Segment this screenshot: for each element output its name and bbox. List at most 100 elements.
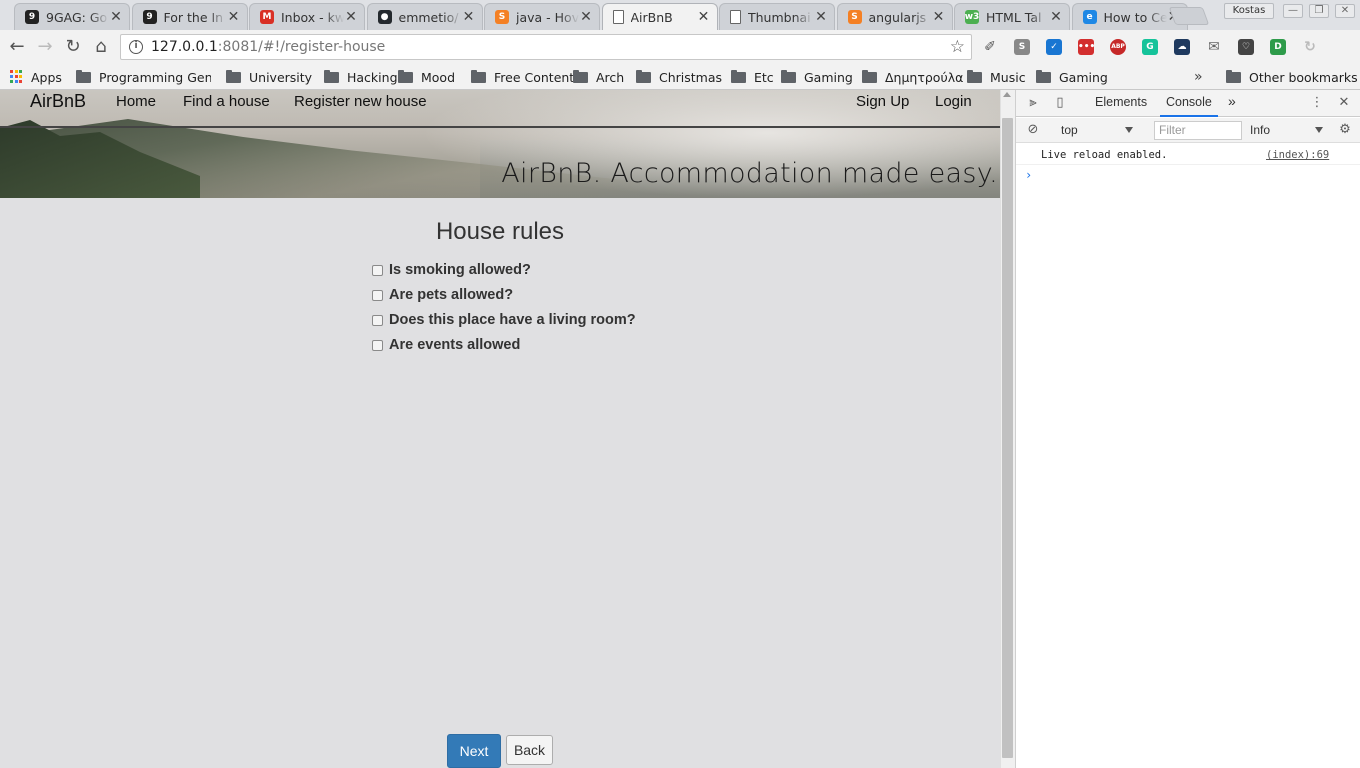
restore-button[interactable]: ❐ xyxy=(1309,4,1329,18)
other-bookmarks[interactable]: Other bookmarks xyxy=(1226,68,1358,86)
bookmark-folder[interactable]: Music xyxy=(967,68,1026,86)
log-level-dropdown-icon[interactable] xyxy=(1315,127,1323,133)
page-icon xyxy=(612,10,624,24)
back-arrow-icon[interactable]: ← xyxy=(6,36,28,58)
console-filter-input[interactable]: Filter xyxy=(1154,121,1242,140)
rule-checkbox[interactable] xyxy=(372,289,383,301)
bookmark-folder[interactable]: Gaming xyxy=(1036,68,1108,86)
profile-button[interactable]: Kostas xyxy=(1224,3,1274,19)
tab-close-icon[interactable]: ✕ xyxy=(227,9,241,25)
mail-icon[interactable]: ✉ xyxy=(1206,39,1222,55)
devtools-tabbar: ⫸ ▯ Elements Console » ⋮ ✕ xyxy=(1016,90,1360,117)
tab-close-icon[interactable]: ✕ xyxy=(109,9,123,25)
devtools-tab-elements[interactable]: Elements xyxy=(1095,95,1147,109)
nav-sign-up[interactable]: Sign Up xyxy=(856,93,909,110)
bookmark-folder[interactable]: Free Content xyxy=(471,68,574,86)
s-extension-icon[interactable]: S xyxy=(1014,39,1030,55)
bookmark-label: Hacking xyxy=(347,69,398,85)
console-message-source[interactable]: (index):69 xyxy=(1266,149,1329,161)
cloud-extension-icon[interactable]: ☁ xyxy=(1174,39,1190,55)
rule-checkbox[interactable] xyxy=(372,264,383,276)
scroll-up-arrow-icon[interactable] xyxy=(1003,92,1011,97)
eyedropper-icon[interactable]: ✐ xyxy=(982,39,998,55)
tab-close-icon[interactable]: ✕ xyxy=(932,9,946,25)
pocket-icon[interactable]: ♡ xyxy=(1238,39,1254,55)
tab-close-icon[interactable]: ✕ xyxy=(462,9,476,25)
tab-close-icon[interactable]: ✕ xyxy=(814,9,828,25)
console-prompt[interactable]: › xyxy=(1025,168,1032,182)
grammarly-icon[interactable]: G xyxy=(1142,39,1158,55)
close-window-button[interactable]: ✕ xyxy=(1335,4,1355,18)
bookmark-folder[interactable]: Etc xyxy=(731,68,774,86)
apps-shortcut[interactable]: Apps xyxy=(10,68,62,86)
bookmark-folder[interactable]: Gaming xyxy=(781,68,853,86)
bookmark-folder[interactable]: Hacking xyxy=(324,68,398,86)
browser-tab[interactable]: w3 HTML Tal ✕ xyxy=(954,3,1070,30)
stackoverflow-icon: S xyxy=(495,10,509,24)
browser-tab[interactable]: Sangularjs ✕ xyxy=(836,3,953,30)
url-text[interactable]: 127.0.0.1:8081/#!/register-house xyxy=(151,39,385,55)
browser-tab[interactable]: Sjava - Hov ✕ xyxy=(484,3,600,30)
site-brand[interactable]: AirBnB xyxy=(30,91,86,112)
d-extension-icon[interactable]: D xyxy=(1270,39,1286,55)
bookmark-folder[interactable]: Mood xyxy=(398,68,455,86)
bookmark-folder[interactable]: Christmas xyxy=(636,68,722,86)
rule-label[interactable]: Does this place have a living room? xyxy=(389,312,636,328)
devtools-close-icon[interactable]: ✕ xyxy=(1336,95,1352,111)
context-select[interactable]: top xyxy=(1061,123,1078,137)
browser-tab[interactable]: 9 9GAG: Go ✕ xyxy=(14,3,130,30)
tab-close-icon[interactable]: ✕ xyxy=(579,9,593,25)
nav-login[interactable]: Login xyxy=(935,93,972,110)
browser-tab[interactable]: ● emmetio/✕ xyxy=(366,3,483,30)
next-button[interactable]: Next xyxy=(447,734,501,768)
tab-close-icon[interactable]: ✕ xyxy=(1049,9,1063,25)
dots-extension-icon[interactable]: ••• xyxy=(1078,39,1095,55)
tab-title: emmetio/ xyxy=(398,9,459,25)
inspect-element-icon[interactable]: ⫸ xyxy=(1025,95,1041,111)
sync-extension-icon[interactable]: ↻ xyxy=(1302,39,1318,55)
reload-icon[interactable]: ↻ xyxy=(62,36,84,58)
bookmark-folder[interactable]: Programming Gener xyxy=(76,68,211,86)
address-bar[interactable]: i 127.0.0.1:8081/#!/register-house ☆ xyxy=(120,34,972,60)
bookmark-star-icon[interactable]: ☆ xyxy=(950,37,965,57)
forward-arrow-icon[interactable]: → xyxy=(34,36,56,58)
rule-checkbox[interactable] xyxy=(372,339,383,351)
tab-title: HTML Tal xyxy=(986,9,1042,25)
tab-close-icon[interactable]: ✕ xyxy=(697,9,711,25)
console-settings-gear-icon[interactable]: ⚙ xyxy=(1337,122,1353,138)
home-icon[interactable]: ⌂ xyxy=(90,36,112,58)
browser-tab[interactable]: 9 For the In ✕ xyxy=(131,3,248,30)
device-toolbar-icon[interactable]: ▯ xyxy=(1052,95,1068,111)
clear-console-icon[interactable]: ⊘ xyxy=(1025,122,1041,138)
nav-find-a-house[interactable]: Find a house xyxy=(183,93,270,110)
rule-label[interactable]: Is smoking allowed? xyxy=(389,262,531,278)
folder-icon xyxy=(398,69,413,83)
browser-tab[interactable]: AirBnB ✕ xyxy=(601,3,718,30)
browser-tab[interactable]: M Inbox - kw ✕ xyxy=(249,3,365,30)
adblock-icon[interactable]: ABP xyxy=(1110,39,1126,55)
nav-home[interactable]: Home xyxy=(116,93,156,110)
new-tab-button[interactable] xyxy=(1168,7,1210,25)
rule-checkbox[interactable] xyxy=(372,314,383,326)
rule-label[interactable]: Are pets allowed? xyxy=(389,287,513,303)
rule-label[interactable]: Are events allowed xyxy=(389,337,520,353)
bookmark-folder[interactable]: Arch xyxy=(573,68,624,86)
nav-register-new-house[interactable]: Register new house xyxy=(294,93,427,110)
bookmark-label: Apps xyxy=(31,69,62,85)
devtools-more-tabs-icon[interactable]: » xyxy=(1228,93,1236,109)
devtools-menu-icon[interactable]: ⋮ xyxy=(1309,95,1325,111)
context-dropdown-icon[interactable] xyxy=(1125,127,1133,133)
browser-tab[interactable]: Thumbnai ✕ xyxy=(719,3,835,30)
bookmark-folder[interactable]: University xyxy=(226,68,312,86)
todo-extension-icon[interactable]: ✓ xyxy=(1046,39,1062,55)
bookmarks-overflow-icon[interactable]: » xyxy=(1194,68,1203,86)
bookmark-folder[interactable]: Δημητρούλα xyxy=(862,68,963,86)
log-level-select[interactable]: Info xyxy=(1250,123,1270,137)
back-button[interactable]: Back xyxy=(506,735,553,765)
devtools-tab-console[interactable]: Console xyxy=(1166,95,1212,109)
console-separator xyxy=(1016,164,1360,165)
tab-close-icon[interactable]: ✕ xyxy=(344,9,358,25)
minimize-button[interactable]: — xyxy=(1283,4,1303,18)
info-icon[interactable]: i xyxy=(129,40,143,54)
scrollbar-thumb[interactable] xyxy=(1002,118,1013,758)
